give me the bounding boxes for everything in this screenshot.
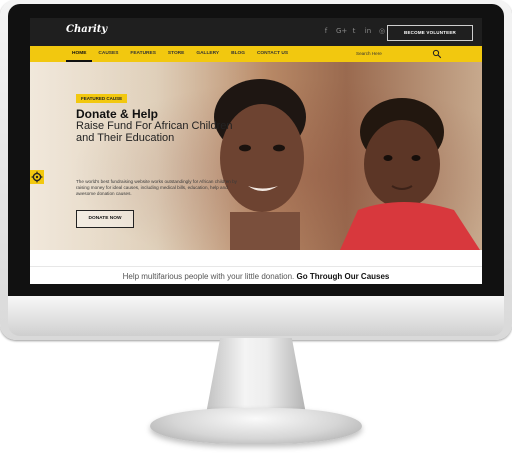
donate-now-button[interactable]: DONATE NOW: [76, 210, 134, 228]
nav-contact-us[interactable]: CONTACT US: [251, 46, 294, 62]
hero-subtitle: Raise Fund For African Children and Thei…: [76, 120, 233, 144]
hero-slider: FEATURED CAUSE Donate & Help Raise Fund …: [30, 62, 482, 250]
causes-tagline-emphasis[interactable]: Go Through Our Causes: [296, 272, 389, 281]
social-links: f G+ t in ◎: [322, 27, 386, 35]
section-divider: [30, 266, 482, 267]
nav-store[interactable]: STORE: [162, 46, 190, 62]
main-nav: HOME CAUSES FEATURES STORE GALLERY BLOG …: [30, 46, 482, 62]
linkedin-icon[interactable]: in: [364, 27, 372, 35]
hero-title: Donate & Help: [76, 107, 159, 121]
nav-blog[interactable]: BLOG: [225, 46, 251, 62]
causes-tagline-lead: Help multifarious people with your littl…: [122, 272, 295, 281]
website-screen: Charity f G+ t in ◎ BECOME VOLUNTEER HOM…: [30, 18, 482, 284]
monitor-chin: [8, 296, 504, 336]
search-icon[interactable]: [432, 49, 442, 59]
site-logo[interactable]: Charity: [66, 24, 107, 35]
gear-icon: [31, 171, 43, 183]
nav-home[interactable]: HOME: [66, 46, 93, 62]
nav-items: HOME CAUSES FEATURES STORE GALLERY BLOG …: [66, 46, 294, 62]
facebook-icon[interactable]: f: [322, 27, 330, 35]
nav-gallery[interactable]: GALLERY: [190, 46, 225, 62]
become-volunteer-button[interactable]: BECOME VOLUNTEER: [387, 25, 473, 41]
instagram-icon[interactable]: ◎: [378, 27, 386, 35]
hero-child-left-image: [214, 79, 306, 250]
monitor-stand-foot: [150, 408, 362, 444]
settings-toggle[interactable]: [30, 170, 44, 184]
hero-child-right-image: [340, 98, 480, 250]
hero-description: The world's best fundraising website wor…: [76, 179, 237, 196]
causes-tagline: Help multifarious people with your littl…: [30, 272, 482, 281]
nav-features[interactable]: FEATURES: [124, 46, 162, 62]
top-bar: Charity f G+ t in ◎ BECOME VOLUNTEER: [30, 18, 482, 46]
nav-causes[interactable]: CAUSES: [92, 46, 124, 62]
featured-cause-badge: FEATURED CAUSE: [76, 94, 128, 103]
twitter-icon[interactable]: t: [350, 27, 358, 35]
google-plus-icon[interactable]: G+: [336, 27, 347, 35]
